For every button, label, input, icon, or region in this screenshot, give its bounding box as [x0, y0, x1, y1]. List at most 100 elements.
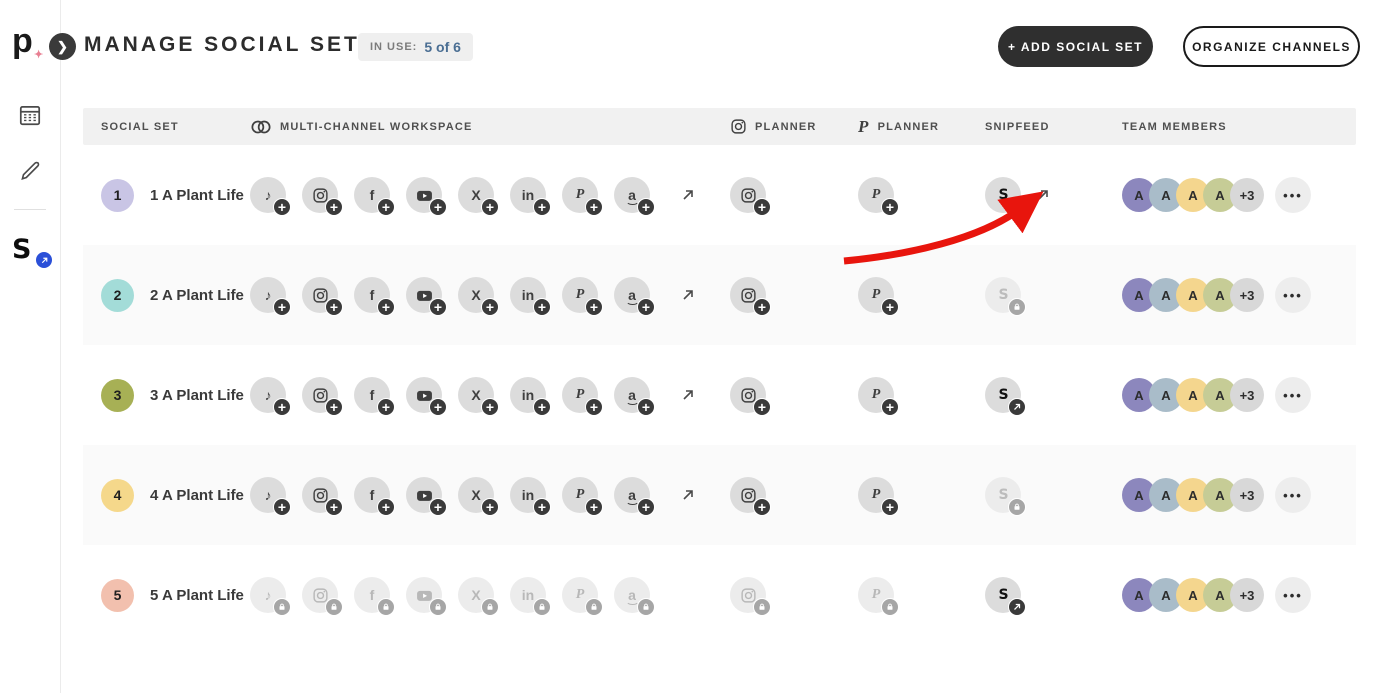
p-planner-cell: P+ [858, 477, 985, 513]
linkedin-channel-icon[interactable]: in+ [510, 177, 546, 213]
youtube-channel-icon[interactable]: + [406, 277, 442, 313]
instagram-channel-icon[interactable]: + [730, 277, 766, 313]
x-channel-icon[interactable]: X+ [458, 477, 494, 513]
tiktok-channel-icon[interactable]: ♪+ [250, 277, 286, 313]
plus-badge-icon: + [881, 398, 899, 416]
plus-badge-icon: + [429, 298, 447, 316]
facebook-channel-icon[interactable]: f+ [354, 277, 390, 313]
pencil-icon[interactable] [15, 156, 45, 186]
instagram-channel-icon[interactable] [730, 577, 766, 613]
amazon-channel-icon[interactable]: a+ [614, 477, 650, 513]
open-external-icon[interactable] [680, 487, 696, 503]
organize-channels-button[interactable]: ORGANIZE CHANNELS [1183, 26, 1360, 67]
planoly-logo[interactable]: p✦ [12, 24, 32, 58]
sidebar-collapse-button[interactable]: ❯ [49, 33, 76, 60]
add-social-set-button[interactable]: + ADD SOCIAL SET [998, 26, 1153, 67]
calendar-icon[interactable] [15, 100, 45, 130]
team-overflow-badge[interactable]: +3 [1230, 578, 1264, 612]
pinterest-channel-icon[interactable]: P+ [858, 477, 894, 513]
snipfeed-channel-icon[interactable]: S+ [985, 177, 1021, 213]
facebook-channel-icon[interactable]: f [354, 577, 390, 613]
open-external-icon[interactable] [1035, 187, 1051, 203]
x-channel-icon[interactable]: X [458, 577, 494, 613]
instagram-channel-icon[interactable] [302, 577, 338, 613]
snipfeed-channel-icon[interactable]: S [985, 477, 1021, 513]
instagram-channel-icon[interactable]: + [302, 477, 338, 513]
youtube-channel-icon[interactable]: + [406, 477, 442, 513]
pinterest-channel-icon[interactable]: P [858, 577, 894, 613]
amazon-channel-icon[interactable]: a+ [614, 377, 650, 413]
pinterest-channel-icon[interactable]: P [562, 577, 598, 613]
linkedin-channel-icon[interactable]: in+ [510, 277, 546, 313]
instagram-channel-icon[interactable]: + [730, 477, 766, 513]
row-options-button[interactable]: ••• [1275, 277, 1311, 313]
youtube-channel-icon[interactable]: + [406, 177, 442, 213]
facebook-channel-icon[interactable]: f+ [354, 377, 390, 413]
ig-planner-cell: + [730, 277, 858, 313]
pinterest-channel-icon[interactable]: P+ [858, 277, 894, 313]
team-members-cell: AAAA+3••• [1122, 477, 1356, 513]
linkedin-channel-icon[interactable]: in+ [510, 377, 546, 413]
arrow-badge-icon [1008, 398, 1026, 416]
snipfeed-channel-icon[interactable]: S [985, 277, 1021, 313]
pinterest-channel-icon[interactable]: P+ [562, 477, 598, 513]
linkedin-channel-icon[interactable]: in+ [510, 477, 546, 513]
plus-badge-icon: + [585, 498, 603, 516]
team-overflow-badge[interactable]: +3 [1230, 378, 1264, 412]
instagram-channel-icon[interactable]: + [302, 177, 338, 213]
pinterest-channel-icon[interactable]: P+ [858, 177, 894, 213]
open-external-icon[interactable] [680, 387, 696, 403]
pinterest-channel-icon[interactable]: P+ [562, 277, 598, 313]
team-overflow-badge[interactable]: +3 [1230, 178, 1264, 212]
social-set-row: 22 A Plant Life♪++f++X+in+P+a++P+SAAAA+3… [83, 245, 1356, 345]
tiktok-channel-icon[interactable]: ♪ [250, 577, 286, 613]
plus-badge-icon: + [273, 198, 291, 216]
tiktok-channel-icon[interactable]: ♪+ [250, 177, 286, 213]
amazon-channel-icon[interactable]: a+ [614, 177, 650, 213]
in-use-label: IN USE: [370, 41, 417, 53]
instagram-channel-icon[interactable]: + [730, 177, 766, 213]
lock-badge-icon [753, 598, 771, 616]
instagram-channel-icon[interactable]: + [302, 277, 338, 313]
x-channel-icon[interactable]: X+ [458, 377, 494, 413]
pinterest-channel-icon[interactable]: P+ [858, 377, 894, 413]
amazon-channel-icon[interactable]: a+ [614, 277, 650, 313]
x-channel-icon[interactable]: X+ [458, 277, 494, 313]
facebook-channel-icon[interactable]: f+ [354, 477, 390, 513]
lock-badge-icon [273, 598, 291, 616]
pinterest-channel-icon[interactable]: P+ [562, 377, 598, 413]
row-options-button[interactable]: ••• [1275, 477, 1311, 513]
x-channel-icon[interactable]: X+ [458, 177, 494, 213]
social-sets-table: SOCIAL SET MULTI-CHANNEL WORKSPACE PLANN… [83, 108, 1356, 645]
open-external-icon[interactable] [680, 287, 696, 303]
plus-badge-icon: + [637, 298, 655, 316]
pinterest-channel-icon[interactable]: P+ [562, 177, 598, 213]
youtube-channel-icon[interactable] [406, 577, 442, 613]
open-external-icon[interactable] [680, 187, 696, 203]
linkedin-channel-icon[interactable]: in [510, 577, 546, 613]
instagram-channel-icon[interactable]: + [730, 377, 766, 413]
team-overflow-badge[interactable]: +3 [1230, 478, 1264, 512]
snipfeed-channel-icon[interactable]: S [985, 377, 1021, 413]
lock-badge-icon [429, 598, 447, 616]
snipfeed-icon[interactable]: S [12, 234, 48, 266]
tiktok-channel-icon[interactable]: ♪+ [250, 377, 286, 413]
ig-planner-cell: + [730, 177, 858, 213]
social-set-row: 11 A Plant Life♪++f++X+in+P+a++P+S+AAAA+… [83, 145, 1356, 245]
instagram-channel-icon[interactable]: + [302, 377, 338, 413]
youtube-channel-icon[interactable]: + [406, 377, 442, 413]
snipfeed-channel-icon[interactable]: S [985, 577, 1021, 613]
snipfeed-cell: S [985, 577, 1122, 613]
plus-badge-icon: + [585, 298, 603, 316]
tiktok-channel-icon[interactable]: ♪+ [250, 477, 286, 513]
row-options-button[interactable]: ••• [1275, 377, 1311, 413]
team-overflow-badge[interactable]: +3 [1230, 278, 1264, 312]
plus-badge-icon: + [325, 398, 343, 416]
sidebar: p✦ S [0, 0, 61, 693]
row-options-button[interactable]: ••• [1275, 577, 1311, 613]
facebook-channel-icon[interactable]: f+ [354, 177, 390, 213]
amazon-channel-icon[interactable]: a [614, 577, 650, 613]
column-header-snipfeed: SNIPFEED [985, 121, 1122, 133]
row-options-button[interactable]: ••• [1275, 177, 1311, 213]
set-number-badge: 5 [101, 579, 134, 612]
